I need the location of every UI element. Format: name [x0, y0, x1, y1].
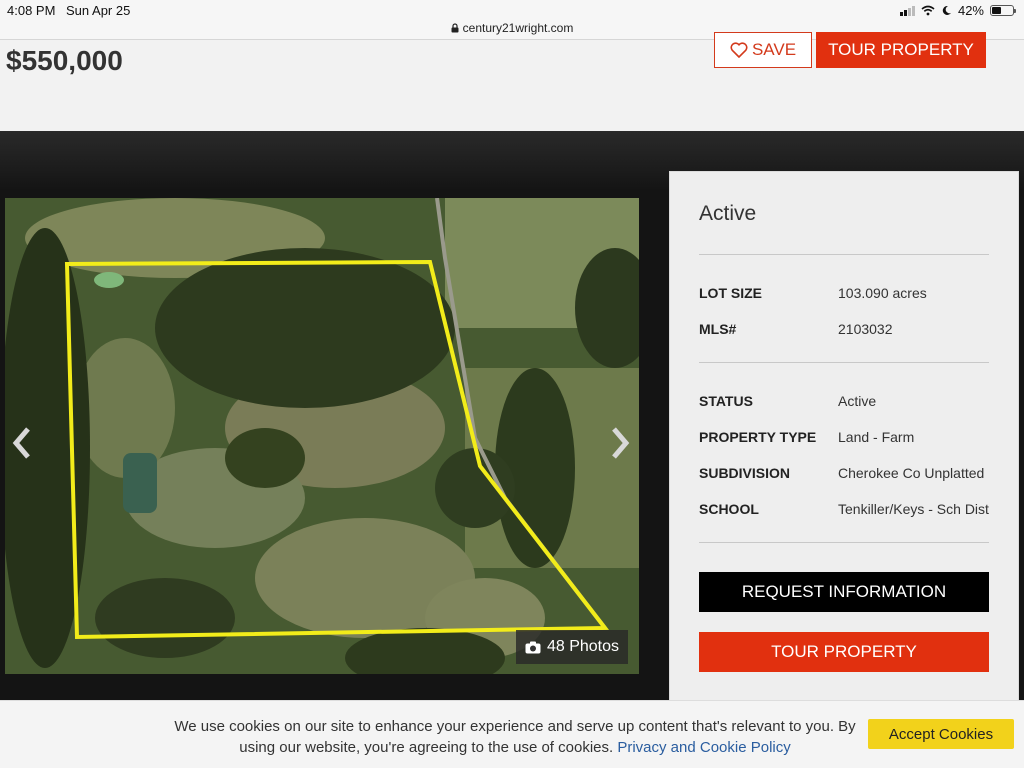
wifi-icon: [921, 5, 935, 16]
save-button[interactable]: SAVE: [714, 32, 812, 68]
url-text[interactable]: century21wright.com: [463, 21, 574, 35]
listing-price: $550,000: [6, 45, 123, 76]
next-photo-icon[interactable]: [604, 425, 634, 461]
cookie-banner: We use cookies on our site to enhance yo…: [0, 700, 1024, 768]
heart-icon: [730, 42, 748, 58]
detail-row-mls: MLS# 2103032: [699, 321, 999, 337]
property-details-panel: Active LOT SIZE 103.090 acres MLS# 21030…: [669, 171, 1019, 711]
privacy-policy-link[interactable]: Privacy and Cookie Policy: [617, 739, 790, 756]
request-information-button[interactable]: REQUEST INFORMATION: [699, 572, 989, 612]
save-label: SAVE: [751, 40, 797, 59]
status-date: Sun Apr 25: [66, 3, 131, 18]
divider: [699, 254, 989, 255]
detail-row-status: STATUS Active: [699, 393, 999, 409]
status-indicators: 42%: [899, 3, 1016, 18]
divider: [699, 542, 989, 543]
detail-label: LOT SIZE: [699, 285, 762, 301]
aerial-map-image: [5, 198, 639, 674]
photo-count-label: 48 Photos: [546, 638, 620, 655]
detail-value: Active: [838, 393, 877, 409]
detail-value: Land - Farm: [838, 429, 915, 445]
detail-row-lot-size: LOT SIZE 103.090 acres: [699, 285, 999, 301]
battery-percent: 42%: [957, 3, 984, 18]
property-photo[interactable]: [5, 198, 639, 674]
accept-cookies-button[interactable]: Accept Cookies: [868, 719, 1014, 749]
battery-icon: [990, 5, 1016, 16]
listing-header: $550,000 SAVE TOUR PROPERTY: [0, 32, 1024, 132]
detail-value: Cherokee Co Unplatted: [838, 465, 985, 481]
cellular-signal-icon: [899, 5, 915, 16]
detail-label: STATUS: [699, 393, 753, 409]
detail-label: PROPERTY TYPE: [699, 429, 817, 445]
divider: [699, 362, 989, 363]
detail-value: 103.090 acres: [838, 285, 927, 301]
lock-icon: [451, 23, 459, 33]
detail-row-school: SCHOOL Tenkiller/Keys - Sch Dist: [699, 501, 999, 517]
detail-label: MLS#: [699, 321, 737, 337]
tour-property-top-button[interactable]: TOUR PROPERTY: [816, 32, 986, 68]
detail-value: Tenkiller/Keys - Sch Dist: [838, 501, 989, 517]
detail-label: SUBDIVISION: [699, 465, 791, 481]
status-time: 4:08 PM: [7, 3, 56, 18]
detail-label: SCHOOL: [699, 501, 759, 517]
detail-value: 2103032: [838, 321, 893, 337]
moon-icon: [942, 5, 951, 15]
listing-status-title: Active: [699, 202, 757, 225]
previous-photo-icon[interactable]: [8, 425, 38, 461]
detail-row-property-type: PROPERTY TYPE Land - Farm: [699, 429, 999, 445]
cookie-message-block: We use cookies on our site to enhance yo…: [170, 716, 860, 758]
photo-count-button[interactable]: 48 Photos: [516, 630, 628, 664]
tour-property-button[interactable]: TOUR PROPERTY: [699, 632, 989, 672]
detail-row-subdivision: SUBDIVISION Cherokee Co Unplatted: [699, 465, 999, 481]
camera-icon: [525, 641, 541, 653]
